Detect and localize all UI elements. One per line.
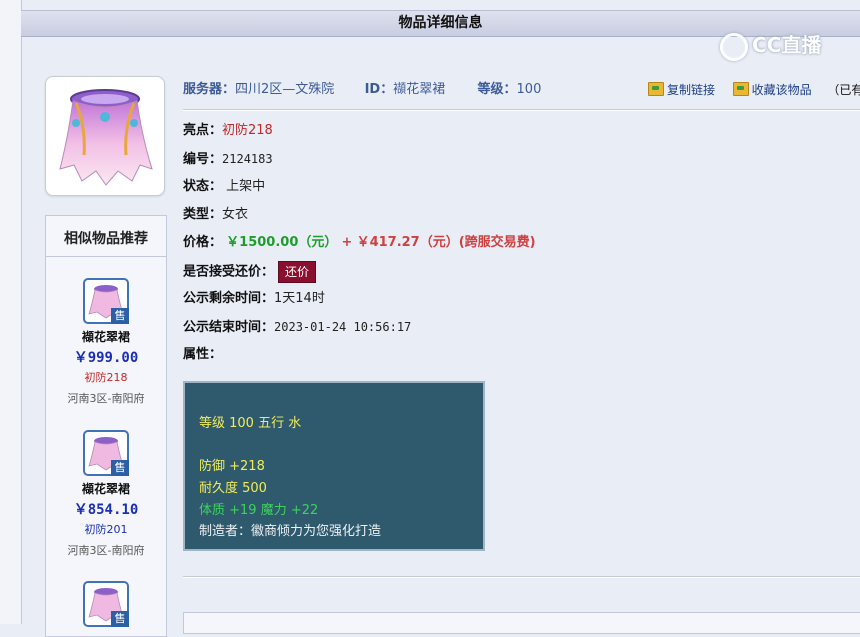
attr-maker: 制造者：徽商倾力为您强化打造 <box>199 524 382 540</box>
attributes-label: 属性： <box>183 347 223 362</box>
page-title: 物品详细信息 <box>398 15 483 31</box>
sold-badge: 售 <box>111 460 129 476</box>
attr-level-element: 等级 100 五行 水 <box>199 416 302 431</box>
counter-offer-button[interactable]: 还价 <box>278 261 317 283</box>
similar-item-price: ￥999.00 <box>73 350 139 366</box>
similar-item-thumb[interactable]: 售 <box>83 430 129 476</box>
attributes-row: 属性： <box>183 344 222 366</box>
already-prefix: （已有 <box>827 83 860 97</box>
similar-item-server: 河南3区-南阳府 <box>67 392 145 405</box>
counter-offer-label: 是否接受还价： <box>183 264 275 280</box>
copy-link-button[interactable]: 复制链接 <box>648 82 716 97</box>
favorite-icon <box>732 82 749 96</box>
watermark-text: CC直播 <box>752 33 822 57</box>
copy-link-icon <box>648 82 664 96</box>
favorite-button[interactable]: 收藏该物品 <box>732 82 812 97</box>
info-divider <box>183 109 860 111</box>
similar-item-highlight: 初防218 <box>84 371 128 384</box>
similar-item-price: ￥854.10 <box>73 502 139 518</box>
watermark: CC直播 <box>720 28 860 62</box>
end-time-value: 2023-01-24 10:56:17 <box>274 320 412 334</box>
price-row: 价格： ￥1500.00（元） + ￥417.27（元）(跨服交易费) <box>183 232 536 254</box>
sold-badge: 售 <box>111 611 129 627</box>
highlight-value: 初防218 <box>222 123 273 138</box>
id-value: 襭花翠裙 <box>393 82 446 97</box>
favorite-label: 收藏该物品 <box>751 83 812 97</box>
price-plus: + <box>341 235 353 250</box>
watermark-logo-icon <box>720 32 748 61</box>
attr-durability: 耐久度 500 <box>199 481 267 497</box>
server-label: 服务器： <box>183 82 236 97</box>
status-row: 状态： 上架中 <box>183 176 265 198</box>
id-label: ID： <box>364 82 394 97</box>
counter-offer-row: 是否接受还价： 还价 <box>183 261 317 283</box>
similar-item-server: 河南3区-南阳府 <box>67 544 145 557</box>
bottom-panel <box>183 612 860 634</box>
similar-item-name[interactable]: 襭花翠裙 <box>46 480 166 497</box>
similar-item[interactable]: 售 襭花翠裙 ￥999.00 初防218 河南3区-南阳府 <box>46 278 166 406</box>
skirt-image-icon <box>59 89 153 186</box>
server-value: 四川2区—文殊院 <box>235 82 335 97</box>
end-time-label: 公示结束时间： <box>183 320 275 335</box>
similar-item[interactable]: 售 襭花翠裙 ￥854.10 初防201 河南3区-南阳府 <box>46 430 166 558</box>
end-time-row: 公示结束时间：2023-01-24 10:56:17 <box>183 316 411 338</box>
level-value: 100 <box>516 82 542 97</box>
attr-spacer <box>199 435 483 457</box>
attribute-box: 等级 100 五行 水 防御 +218 耐久度 500 体质 +19 魔力 +2… <box>183 381 485 551</box>
attr-defense: 防御 +218 <box>199 459 265 475</box>
remaining-label: 公示剩余时间： <box>183 291 275 306</box>
copy-link-label: 复制链接 <box>667 83 716 97</box>
similar-items-panel: 相似物品推荐 售 襭花翠裙 ￥999.00 初防218 河南3区-南阳府 售 襭… <box>45 215 167 637</box>
number-value: 2124183 <box>222 152 273 166</box>
attr-stats: 体质 +19 魔力 +22 <box>199 502 319 518</box>
highlight-label: 亮点： <box>183 123 223 138</box>
bottom-divider <box>183 576 860 578</box>
type-row: 类型：女衣 <box>183 204 248 226</box>
type-label: 类型： <box>183 207 223 222</box>
highlight-row: 亮点：初防218 <box>183 120 273 142</box>
similar-item-thumb[interactable]: 售 <box>83 581 129 627</box>
similar-item-highlight: 初防201 <box>84 523 128 536</box>
status-value: 上架中 <box>226 179 266 194</box>
price-main: ￥1500.00（元） <box>226 235 338 250</box>
status-label: 状态： <box>183 179 223 194</box>
type-value: 女衣 <box>222 207 249 222</box>
sold-badge: 售 <box>111 308 129 324</box>
left-frame-edge <box>0 0 22 624</box>
similar-item[interactable]: 售 <box>46 581 166 627</box>
similar-item-name[interactable]: 襭花翠裙 <box>46 328 166 345</box>
number-row: 编号：2124183 <box>183 148 273 170</box>
price-label: 价格： <box>183 235 223 250</box>
item-image <box>45 76 165 196</box>
level-label: 等级： <box>477 82 517 97</box>
remaining-row: 公示剩余时间：1天14时 <box>183 288 325 310</box>
item-info-line: 服务器：四川2区—文殊院 ID：襭花翠裙 等级：100 <box>183 80 541 100</box>
similar-item-thumb[interactable]: 售 <box>83 278 129 324</box>
price-fee: ￥417.27（元）(跨服交易费) <box>356 235 536 250</box>
top-links: 复制链接 收藏该物品 （已有1 <box>648 80 860 100</box>
remaining-value: 1天14时 <box>274 291 325 306</box>
number-label: 编号： <box>183 152 223 167</box>
similar-items-title: 相似物品推荐 <box>46 216 166 257</box>
